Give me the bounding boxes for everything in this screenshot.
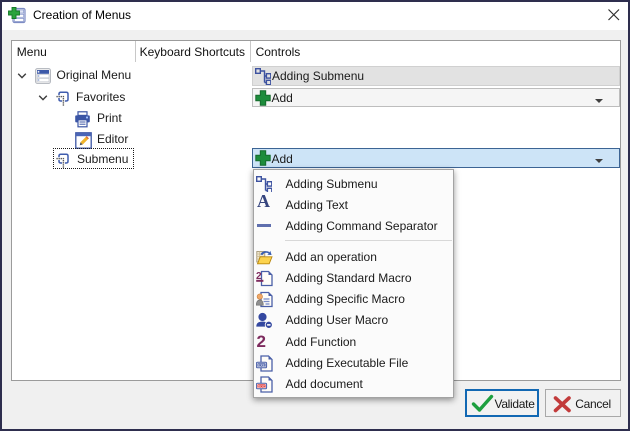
svg-text:DOC: DOC: [258, 384, 266, 388]
svg-text:EXE: EXE: [258, 363, 266, 367]
